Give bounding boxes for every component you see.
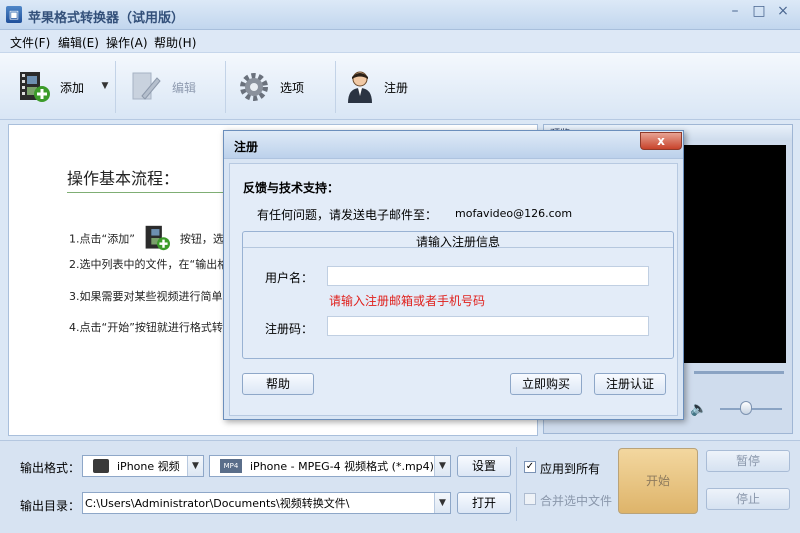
format-select[interactable]: MP4 iPhone - MPEG-4 视频格式 (*.mp4) ▼ (209, 455, 451, 477)
intro-title: 操作基本流程： (67, 169, 180, 188)
dialog-title-bar: 注册 (224, 131, 683, 159)
support-heading: 反馈与技术支持： (243, 181, 340, 195)
apply-all-label: 应用到所有 (540, 462, 601, 476)
output-dir-label: 输出目录： (20, 499, 81, 513)
title-bar: ▣ 苹果格式转换器（试用版） – □ × (0, 0, 800, 30)
settings-button[interactable]: 设置 (457, 455, 511, 477)
fieldset-divider (243, 247, 673, 248)
register-label: 注册 (384, 80, 409, 95)
username-input[interactable] (327, 266, 649, 286)
register-dialog: 注册 x 反馈与技术支持： 有任何问题，请发送电子邮件至： mofavideo@… (223, 130, 684, 420)
volume-icon[interactable]: 🔈 (690, 401, 707, 417)
step-3: 3.如果需要对某些视频进行简单编 (69, 290, 234, 303)
maximize-button[interactable]: □ (748, 3, 770, 21)
step-1: 1.点击“添加” 按钮，选择 (69, 223, 235, 256)
toolbar-separator (225, 61, 226, 113)
help-button[interactable]: 帮助 (242, 373, 314, 395)
open-button[interactable]: 打开 (457, 492, 511, 514)
step-1-text-a: 1.点击“添加” (69, 232, 135, 246)
edit-button[interactable]: 编辑 (130, 53, 196, 121)
add-button[interactable]: 添加 (18, 53, 84, 121)
intro-divider (67, 192, 227, 193)
dialog-body: 反馈与技术支持： 有任何问题，请发送电子邮件至： mofavideo@126.c… (229, 163, 678, 416)
edit-label: 编辑 (172, 80, 197, 95)
app-title: 苹果格式转换器（试用版） (28, 11, 185, 26)
film-add-icon (144, 223, 171, 256)
step-2: 2.选中列表中的文件，在“输出格 (69, 258, 229, 271)
phone-icon (93, 459, 109, 473)
gear-icon (240, 73, 268, 101)
chevron-down-icon: ▼ (434, 456, 450, 476)
register-fieldset: 请输入注册信息 用户名： 请输入注册邮箱或者手机号码 注册码： (242, 231, 674, 359)
options-label: 选项 (280, 80, 305, 95)
add-label: 添加 (60, 80, 85, 95)
output-dir-input[interactable]: C:\Users\Administrator\Documents\视频转换文件\… (82, 492, 451, 514)
output-format-label: 输出格式： (20, 461, 81, 475)
options-button[interactable]: 选项 (238, 53, 304, 121)
buy-now-button[interactable]: 立即购买 (510, 373, 582, 395)
verify-button[interactable]: 注册认证 (594, 373, 666, 395)
dialog-title: 注册 (234, 140, 259, 154)
chevron-down-icon: ▼ (187, 456, 203, 476)
merge-label: 合并选中文件 (540, 494, 613, 508)
mp4-icon: MP4 (220, 459, 242, 473)
start-button[interactable]: 开始 (618, 448, 698, 514)
apply-all-checkbox[interactable]: ✓ (524, 461, 536, 473)
device-select[interactable]: iPhone 视频 ▼ (82, 455, 204, 477)
add-dropdown-icon[interactable]: ▼ (98, 79, 112, 93)
seek-bar[interactable] (694, 371, 784, 374)
register-button[interactable]: 注册 (346, 53, 408, 121)
code-input[interactable] (327, 316, 649, 336)
device-value: iPhone 视频 (117, 460, 180, 473)
support-email[interactable]: mofavideo@126.com (455, 207, 572, 220)
menu-action[interactable]: 操作(A) (106, 34, 148, 51)
code-label: 注册码： (265, 322, 314, 336)
output-dir-value: C:\Users\Administrator\Documents\视频转换文件\ (85, 497, 350, 510)
toolbar-separator (335, 61, 336, 113)
dialog-close-button[interactable]: x (640, 132, 682, 150)
username-label: 用户名： (265, 271, 314, 285)
menu-bar: 文件(F) 编辑(E) 操作(A) 帮助(H) (0, 30, 800, 52)
step-4: 4.点击“开始”按钮就进行格式转 (69, 321, 223, 334)
support-text: 有任何问题，请发送电子邮件至： (257, 208, 438, 222)
stop-button[interactable]: 停止 (706, 488, 790, 510)
menu-file[interactable]: 文件(F) (10, 34, 50, 51)
toolbar: 添加 ▼ 编辑 选项 注册 (0, 52, 800, 120)
film-add-icon (20, 72, 50, 102)
user-icon (348, 71, 372, 103)
close-button[interactable]: × (772, 3, 794, 21)
app-icon: ▣ (6, 6, 22, 23)
chevron-down-icon: ▼ (434, 493, 450, 513)
bottom-separator (516, 447, 517, 521)
minimize-button[interactable]: – (724, 3, 746, 21)
menu-help[interactable]: 帮助(H) (154, 34, 196, 51)
volume-handle[interactable] (740, 401, 752, 415)
username-hint: 请输入注册邮箱或者手机号码 (329, 294, 486, 308)
merge-checkbox[interactable] (524, 493, 536, 505)
toolbar-separator (115, 61, 116, 113)
format-value: iPhone - MPEG-4 视频格式 (*.mp4) (250, 460, 434, 473)
menu-edit[interactable]: 编辑(E) (58, 34, 99, 51)
pencil-edit-icon (132, 72, 161, 100)
pause-button[interactable]: 暂停 (706, 450, 790, 472)
